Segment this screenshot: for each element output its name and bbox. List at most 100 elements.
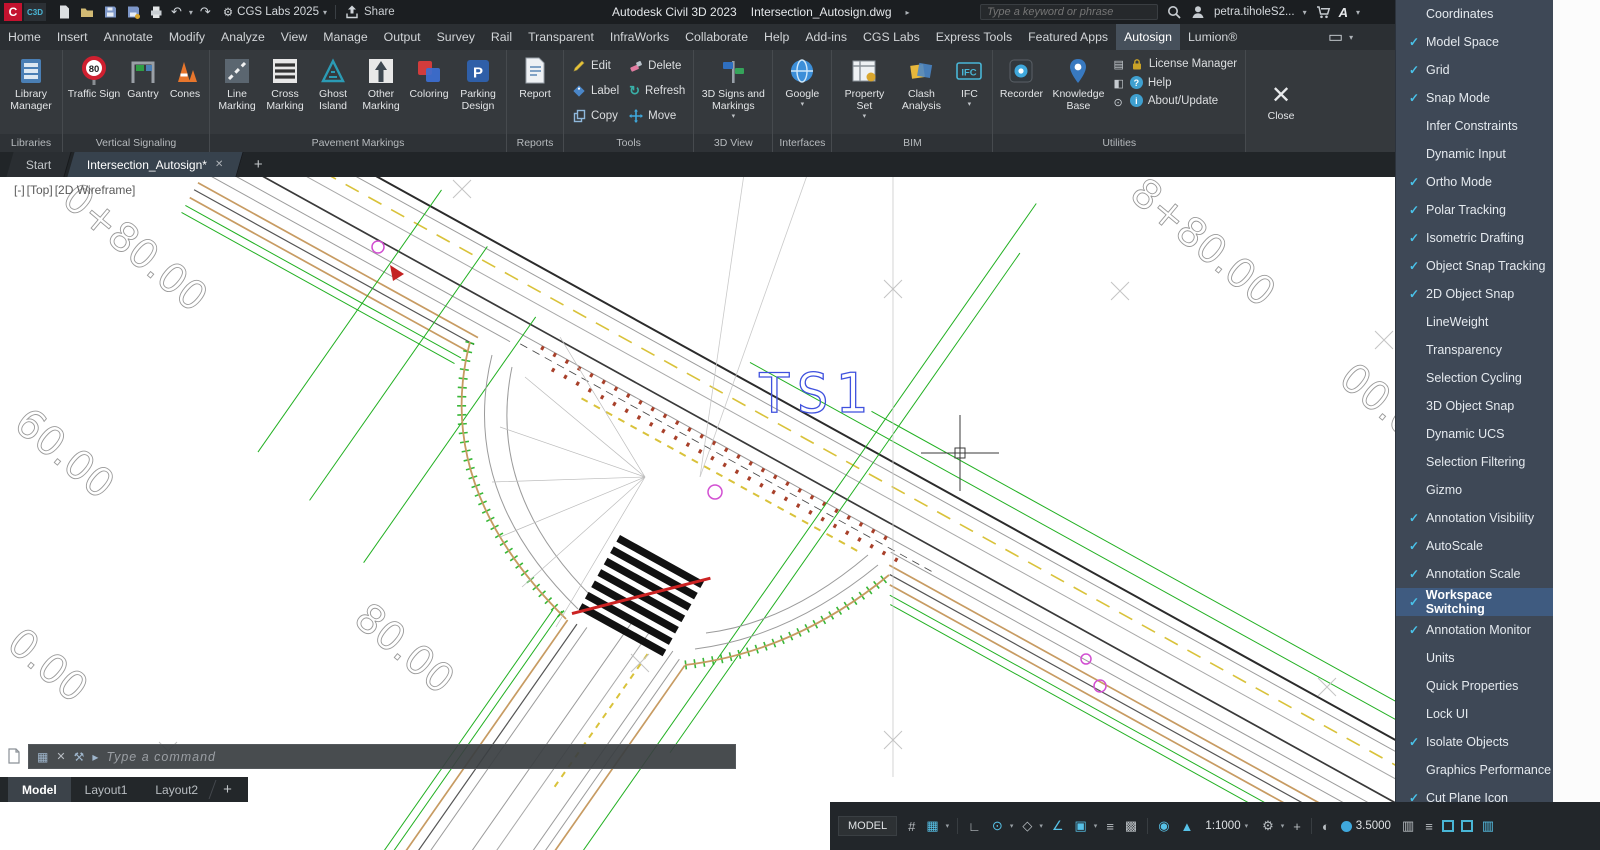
library-manager-button[interactable]: Library Manager [3,52,59,113]
new-tab-button[interactable]: + [244,152,273,177]
graphics-performance-icon[interactable]: ▥ [1398,816,1418,836]
app-logo-icon[interactable]: C [4,3,22,21]
apps-caret-icon[interactable]: ▾ [1356,8,1360,17]
object-snap-icon[interactable]: ▣ [1071,816,1091,836]
layout-tab[interactable]: Model [8,777,71,802]
statusbar-menu-item[interactable]: Infer Constraints [1396,112,1553,140]
user-caret-icon[interactable]: ▾ [1303,8,1307,17]
cut-plane-control[interactable]: 3.5000 [1337,820,1395,832]
recorder-button[interactable]: Recorder [995,52,1047,101]
share-button[interactable]: Share [344,4,395,20]
viewport-minimize-control[interactable]: [-] [14,183,25,197]
utility-target-icon[interactable]: ⊙ [1113,96,1123,109]
grid-display-icon[interactable]: # [904,817,919,836]
ribbon-tab[interactable]: Manage [315,24,375,50]
command-close-icon[interactable]: ✕ [56,750,65,763]
statusbar-menu-item[interactable]: ✓ Polar Tracking [1396,196,1553,224]
clash-analysis-button[interactable]: Clash Analysis [893,52,949,113]
statusbar-menu-item[interactable]: LineWeight [1396,308,1553,336]
workspace-switcher[interactable]: ⚙ CGS Labs 2025 ▾ [223,5,327,19]
ribbon-tab[interactable]: Express Tools [928,24,1020,50]
line-marking-button[interactable]: Line Marking [213,52,261,113]
clean-screen-icon[interactable] [1460,820,1473,832]
property-set-button[interactable]: Property Set ▾ [835,52,893,120]
report-button[interactable]: Report [510,52,560,101]
file-tab-start[interactable]: Start [6,152,72,177]
help-button[interactable]: ? Help [1129,76,1237,89]
snap-mode-icon[interactable]: ▦ [922,816,942,836]
ribbon-tab[interactable]: Output [376,24,429,50]
annotation-visibility-icon[interactable]: ◉ [1154,816,1173,836]
statusbar-menu-item[interactable]: ✓ Snap Mode [1396,84,1553,112]
new-file-icon[interactable] [56,4,72,20]
ribbon-tab[interactable]: Featured Apps [1020,24,1116,50]
command-input[interactable] [106,749,727,764]
statusbar-menu-item[interactable]: Lock UI [1396,700,1553,728]
statusbar-menu-item[interactable]: Dynamic UCS [1396,420,1553,448]
plot-printer-icon[interactable] [148,4,164,20]
monitor-icon[interactable]: ▥ [1478,816,1498,836]
ribbon-tab[interactable]: Autosign [1116,24,1180,50]
label-button[interactable]: Label [572,78,619,103]
statusbar-menu-item[interactable]: Selection Cycling [1396,364,1553,392]
file-tab-document[interactable]: Intersection_Autosign* ✕ [67,152,245,177]
statusbar-menu-item[interactable]: Quick Properties [1396,672,1553,700]
statusbar-menu-item[interactable]: ✓ AutoScale [1396,532,1553,560]
viewport-view-control[interactable]: [Top] [27,183,53,197]
google-button[interactable]: Google ▾ [776,52,828,108]
isolate-objects-icon[interactable]: ◐ [1318,817,1334,836]
3d-signs-markings-button[interactable]: 3D Signs and Markings ▾ [697,52,769,120]
command-tools-icon[interactable]: ⚒ [74,750,85,764]
customize-menu-icon[interactable]: ≡ [1421,817,1437,836]
statusbar-menu-item[interactable]: ✓ Ortho Mode [1396,168,1553,196]
ribbon-tab[interactable]: Home [0,24,49,50]
traffic-sign-button[interactable]: 80 Traffic Sign [66,52,122,101]
workspace-caret-icon[interactable]: ▾ [1281,822,1287,830]
statusbar-menu-item[interactable]: ✓ Model Space [1396,28,1553,56]
ribbon-tab[interactable]: Analyze [213,24,273,50]
ribbon-tab[interactable]: CGS Labs [855,24,928,50]
object-snap-tracking-icon[interactable]: ∠ [1048,816,1068,836]
search-icon[interactable] [1166,4,1182,20]
polar-caret-icon[interactable]: ▾ [1010,822,1016,830]
transparency-icon[interactable]: ▩ [1121,816,1141,836]
search-input[interactable] [980,4,1158,20]
statusbar-menu-item[interactable]: ✓ Annotation Monitor [1396,616,1553,644]
ifc-button[interactable]: IFC IFC ▾ [949,52,989,108]
signed-in-user[interactable]: petra.tiholeS2... [1214,6,1295,18]
ribbon-tab[interactable]: Annotate [96,24,161,50]
viewport-visual-style-control[interactable]: [2D Wireframe] [55,183,136,197]
user-icon[interactable] [1190,4,1206,20]
hardware-acceleration-icon[interactable] [1441,820,1454,832]
ribbon-tab[interactable]: InfraWorks [602,24,677,50]
ribbon-tab[interactable]: Add-ins [797,24,855,50]
statusbar-menu-item[interactable]: Units [1396,644,1553,672]
statusbar-menu-item[interactable]: ✓ Isolate Objects [1396,728,1553,756]
ribbon-tab[interactable]: View [273,24,315,50]
statusbar-menu-item[interactable]: Dynamic Input [1396,140,1553,168]
parking-design-button[interactable]: P Parking Design [453,52,503,113]
statusbar-menu-item[interactable]: ✓ Grid [1396,56,1553,84]
ribbon-tab[interactable]: Collaborate [677,24,756,50]
new-layout-button[interactable]: + [213,777,242,802]
other-marking-button[interactable]: Other Marking [357,52,405,113]
move-button[interactable]: Move [629,103,685,128]
statusbar-menu-item[interactable]: ✓ Annotation Visibility [1396,504,1553,532]
cones-button[interactable]: Cones [164,52,206,101]
ribbon-tab[interactable]: Insert [49,24,96,50]
coloring-button[interactable]: Coloring [405,52,453,101]
annotation-monitor-icon[interactable]: + [1289,817,1305,836]
statusbar-menu-item[interactable]: Graphics Performance [1396,756,1553,784]
ribbon-tab[interactable]: Help [756,24,797,50]
osnap-caret-icon[interactable]: ▾ [1094,822,1100,830]
refresh-button[interactable]: ↻ Refresh [629,78,685,103]
open-folder-icon[interactable] [79,4,95,20]
utility-palette-icon[interactable]: ◧ [1113,77,1123,90]
polar-tracking-icon[interactable]: ⊙ [988,816,1007,836]
workspace-switching-icon[interactable]: ⚙ [1258,816,1278,836]
annotation-scale-button[interactable]: 1:1000 ▾ [1200,818,1255,834]
statusbar-menu-item[interactable]: Coordinates [1396,0,1553,28]
autodesk-app-icon[interactable]: A [1339,5,1348,20]
snap-caret-icon[interactable]: ▾ [946,822,952,830]
save-icon[interactable] [102,4,118,20]
